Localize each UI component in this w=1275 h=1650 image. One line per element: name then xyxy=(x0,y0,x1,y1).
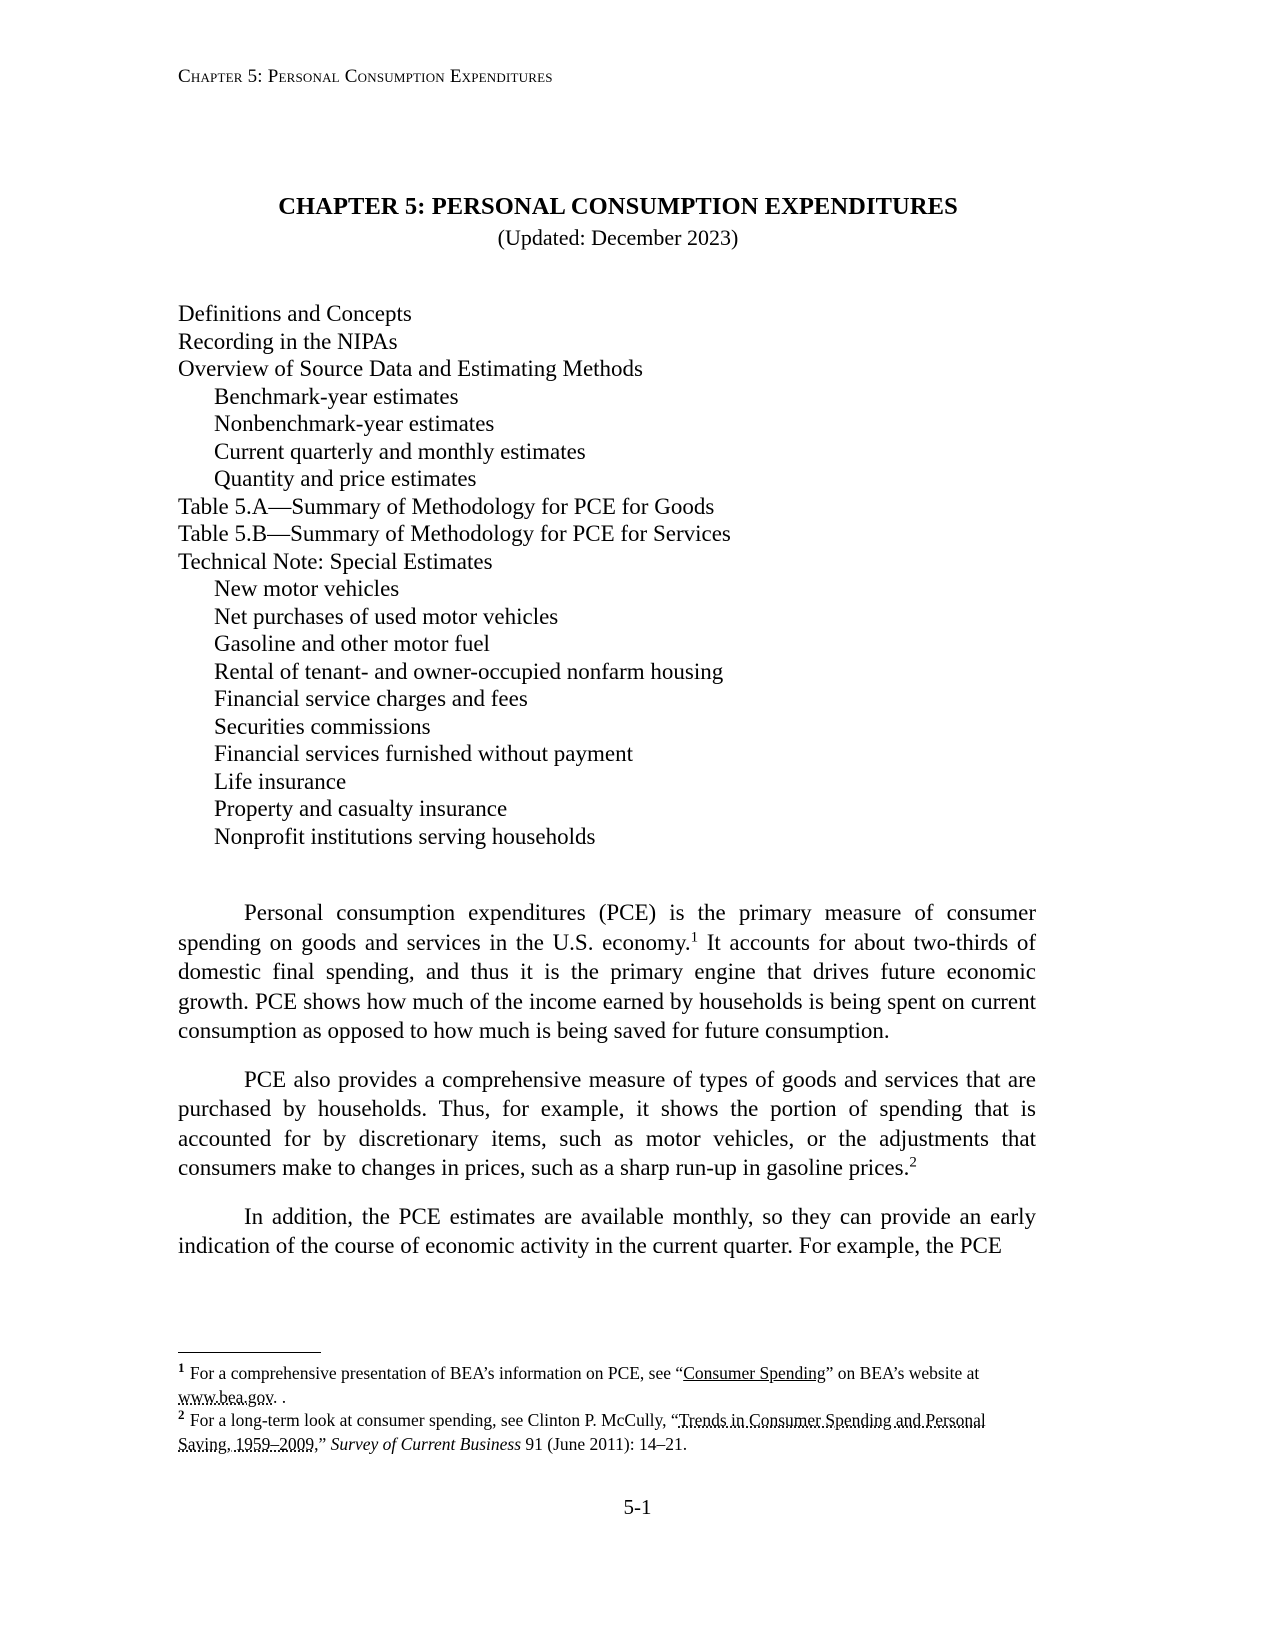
page-subtitle: (Updated: December 2023) xyxy=(497,225,739,251)
toc-item[interactable]: Overview of Source Data and Estimating M… xyxy=(178,355,1058,383)
toc-item[interactable]: Nonprofit institutions serving household… xyxy=(178,823,1058,851)
title-block: CHAPTER 5: PERSONAL CONSUMPTION EXPENDIT… xyxy=(178,193,1058,253)
toc-item[interactable]: New motor vehicles xyxy=(178,575,1058,603)
toc-item[interactable]: Financial service charges and fees xyxy=(178,685,1058,713)
footnote-1-text-after: . . xyxy=(272,1386,287,1407)
page-number: 5-1 xyxy=(623,1495,652,1519)
toc-item[interactable]: Gasoline and other motor fuel xyxy=(178,630,1058,658)
toc-item[interactable]: Financial services furnished without pay… xyxy=(178,740,1058,768)
page-title: CHAPTER 5: PERSONAL CONSUMPTION EXPENDIT… xyxy=(278,193,958,220)
footnote-1: 1 For a comprehensive presentation of BE… xyxy=(178,1360,1038,1409)
toc-item[interactable]: Securities commissions xyxy=(178,713,1058,741)
footnote-2: 2 For a long-term look at consumer spend… xyxy=(178,1407,1038,1456)
toc-item[interactable]: Nonbenchmark-year estimates xyxy=(178,410,1058,438)
paragraph-1: Personal consumption expenditures (PCE) … xyxy=(178,898,1036,1046)
paragraph-3: In addition, the PCE estimates are avail… xyxy=(178,1203,1036,1259)
toc-item[interactable]: Current quarterly and monthly estimates xyxy=(178,438,1058,466)
toc-item[interactable]: Rental of tenant- and owner-occupied non… xyxy=(178,658,1058,686)
body-copy: Personal consumption expenditures (PCE) … xyxy=(178,898,1036,1261)
toc-item[interactable]: Property and casualty insurance xyxy=(178,795,1058,823)
toc-item[interactable]: Table 5.B—Summary of Methodology for PCE… xyxy=(178,520,1058,548)
toc-item[interactable]: Technical Note: Special Estimates xyxy=(178,548,1058,576)
toc-item[interactable]: Definitions and Concepts xyxy=(178,300,1058,328)
toc-item[interactable]: Benchmark-year estimates xyxy=(178,383,1058,411)
footnotes-section: 1 For a comprehensive presentation of BE… xyxy=(178,1352,1038,1456)
footnote-1-link-bea-website[interactable]: www.bea.gov xyxy=(178,1387,273,1407)
footnote-1-text-between: ” on BEA’s website at xyxy=(825,1363,980,1383)
footnote-1-text-before: For a comprehensive presentation of BEA’… xyxy=(185,1363,684,1383)
toc-item[interactable]: Recording in the NIPAs xyxy=(178,328,1058,356)
document-page: Chapter 5: Personal Consumption Expendit… xyxy=(0,0,1275,1650)
footnote-separator-rule xyxy=(178,1352,321,1353)
toc-item[interactable]: Table 5.A—Summary of Methodology for PCE… xyxy=(178,493,1058,521)
footnote-marker-2[interactable]: 2 xyxy=(909,1154,917,1170)
table-of-contents: Definitions and Concepts Recording in the… xyxy=(178,300,1058,850)
paragraph-2: PCE also provides a comprehensive measur… xyxy=(178,1065,1036,1183)
toc-item[interactable]: Quantity and price estimates xyxy=(178,465,1058,493)
footnote-2-journal-title: Survey of Current Business xyxy=(330,1433,522,1454)
footnote-2-text-between: ,” xyxy=(314,1433,331,1454)
footnote-1-marker: 1 xyxy=(178,1360,185,1376)
running-header: Chapter 5: Personal Consumption Expendit… xyxy=(178,66,553,87)
footnote-2-text-after: 91 (June 2011): 14–21. xyxy=(521,1433,688,1454)
footnote-2-marker: 2 xyxy=(178,1407,185,1423)
footnote-2-text-before: For a long-term look at consumer spendin… xyxy=(185,1410,679,1430)
footnote-1-link-consumer-spending[interactable]: Consumer Spending xyxy=(683,1363,825,1383)
paragraph-2-text-part-1: PCE also provides a comprehensive measur… xyxy=(178,1066,1036,1181)
toc-item[interactable]: Life insurance xyxy=(178,768,1058,796)
toc-item[interactable]: Net purchases of used motor vehicles xyxy=(178,603,1058,631)
